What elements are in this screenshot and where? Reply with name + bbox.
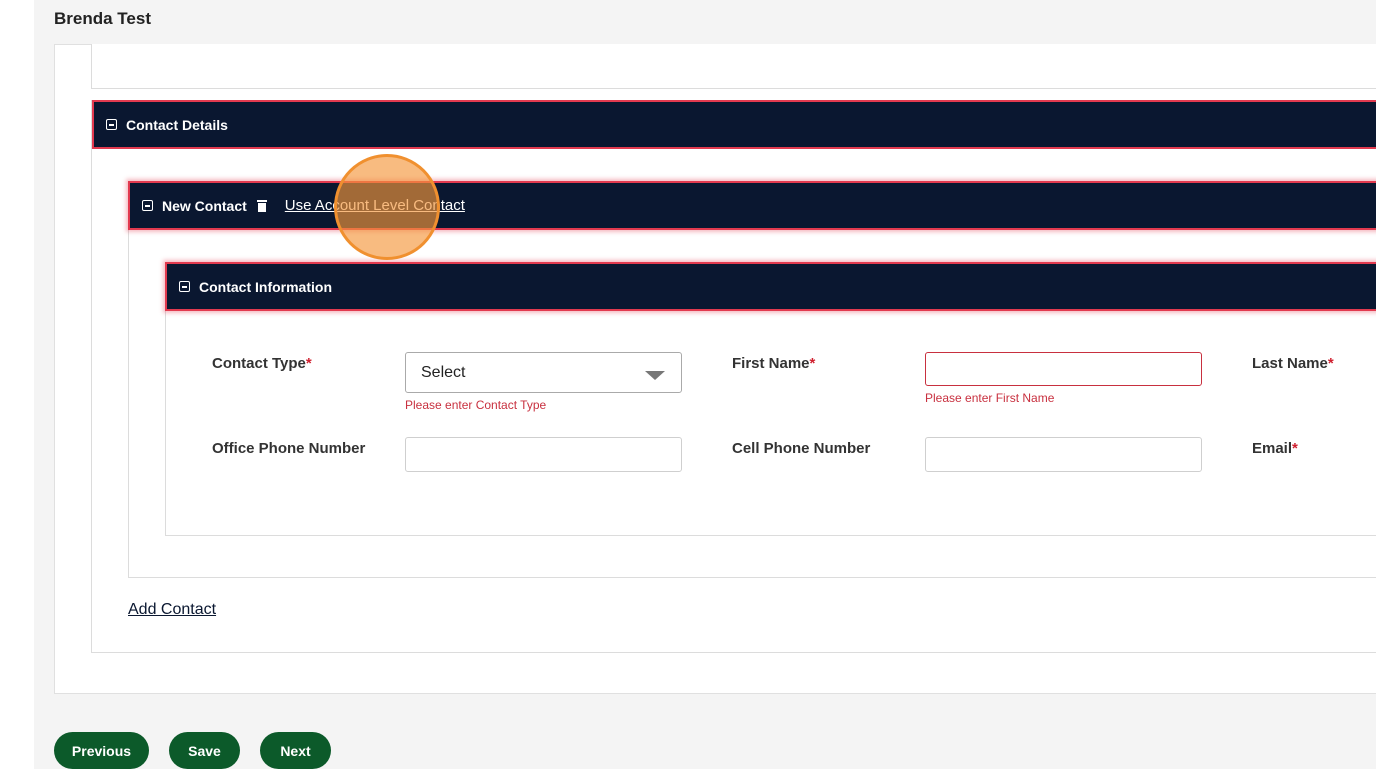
required-mark: * [1327,355,1334,372]
previous-button[interactable]: Previous [54,732,149,769]
collapse-icon[interactable] [179,281,190,292]
contact-type-value: Select [421,363,466,381]
add-contact-link[interactable]: Add Contact [128,601,216,619]
new-contact-title: New Contact [162,197,247,214]
first-name-input[interactable] [925,352,1202,386]
cell-phone-label: Cell Phone Number [732,440,871,457]
required-mark: * [305,355,312,372]
office-phone-input[interactable] [405,437,682,472]
collapse-icon[interactable] [106,119,117,130]
contact-type-select[interactable]: Select [405,352,682,393]
contact-details-header[interactable]: Contact Details [92,100,1376,149]
page-title: Brenda Test [54,9,151,28]
last-name-label: Last Name* [1252,355,1334,372]
save-button[interactable]: Save [169,732,240,769]
trash-icon[interactable] [256,199,267,212]
first-name-label: First Name* [732,355,816,372]
contact-type-error: Please enter Contact Type [405,398,547,412]
contact-type-label: Contact Type* [212,355,312,372]
first-name-error: Please enter First Name [925,391,1055,405]
contact-details-title: Contact Details [126,116,228,133]
use-account-level-contact-link[interactable]: Use Account Level Contact [285,197,465,214]
collapse-icon[interactable] [142,200,153,211]
contact-information-title: Contact Information [199,278,332,295]
next-button[interactable]: Next [260,732,331,769]
chevron-down-icon [645,371,665,380]
email-label: Email* [1252,440,1298,457]
required-mark: * [1292,440,1298,457]
office-phone-label: Office Phone Number [212,440,366,457]
contact-information-header[interactable]: Contact Information [165,262,1376,311]
previous-section-bottom [91,44,1376,89]
cell-phone-input[interactable] [925,437,1202,472]
new-contact-header[interactable]: New Contact Use Account Level Contact [128,181,1376,230]
required-mark: * [809,355,816,372]
